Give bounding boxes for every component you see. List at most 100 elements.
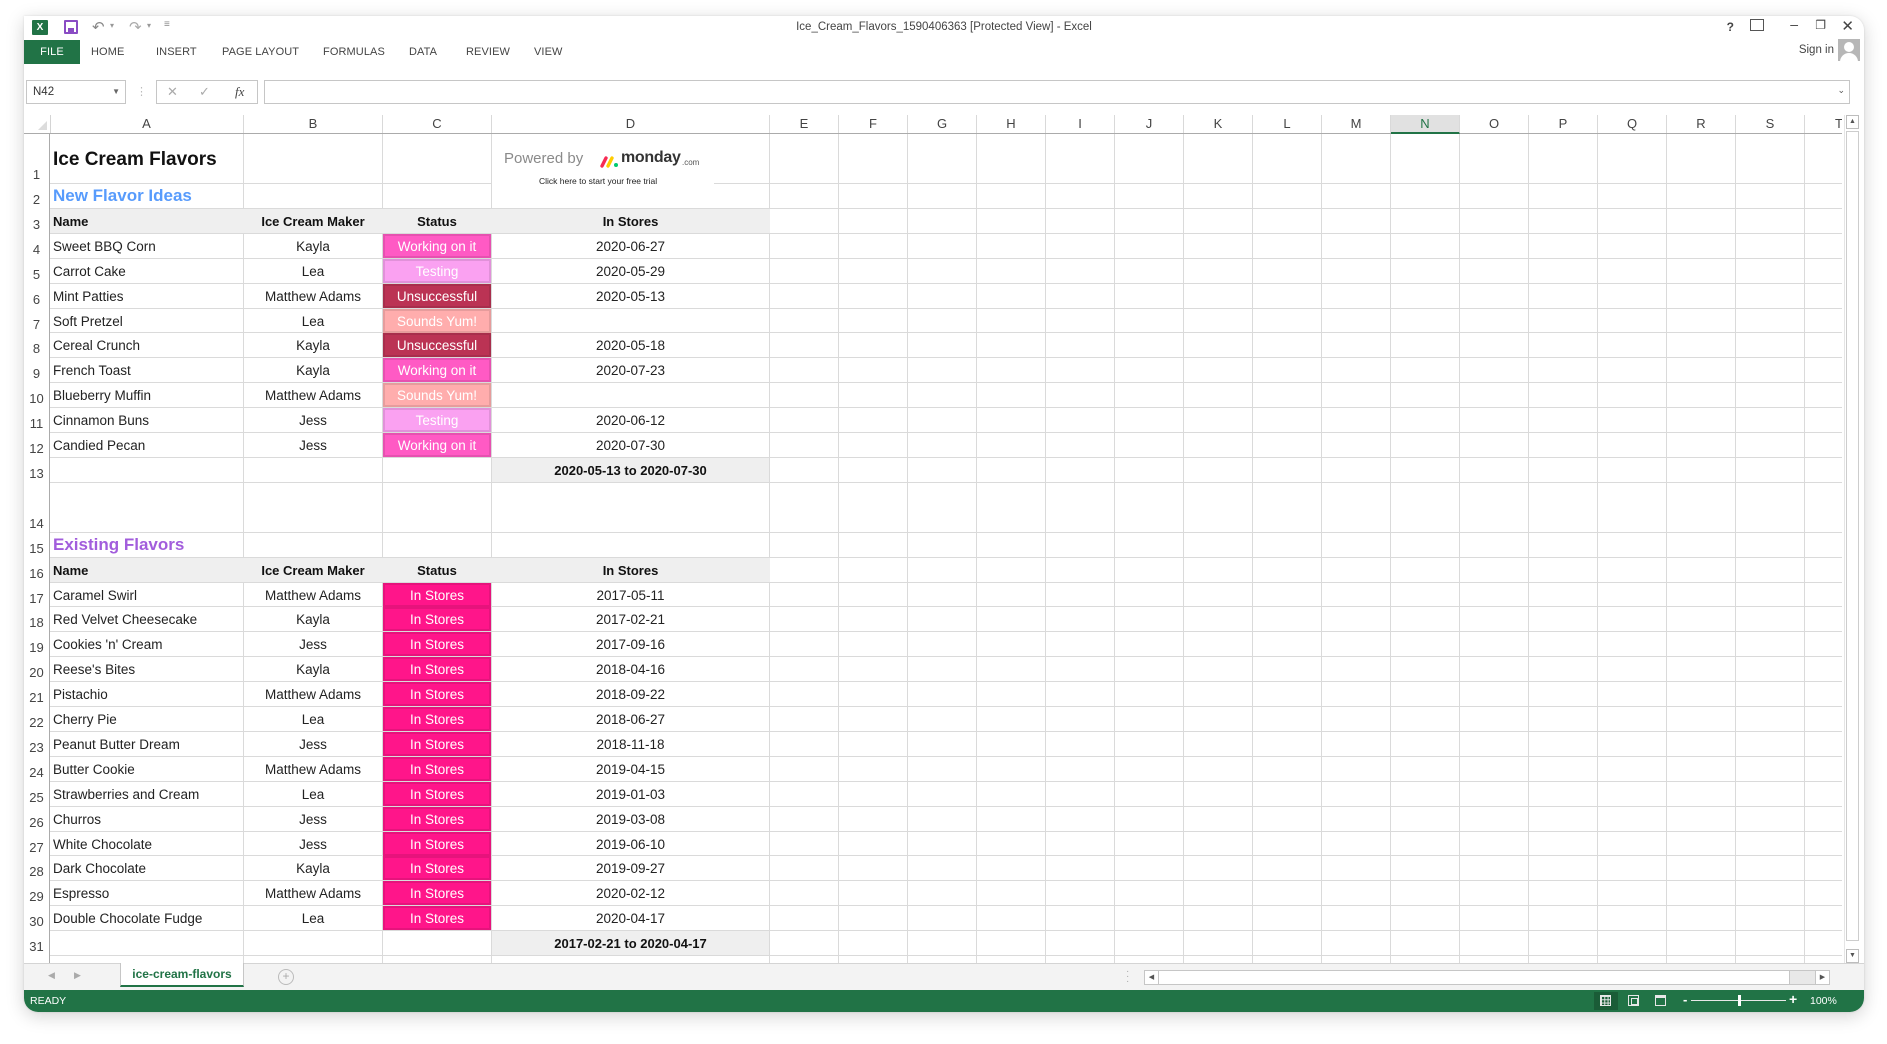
row-header-24[interactable]: 24 bbox=[24, 756, 50, 781]
normal-view-button[interactable] bbox=[1594, 992, 1618, 1010]
row-header-14[interactable]: 14 bbox=[24, 482, 50, 532]
in-stores-date-cell[interactable]: 2020-05-18 bbox=[492, 333, 769, 357]
monday-promo-banner[interactable]: Powered by monday .com Click here to start … bbox=[492, 135, 714, 193]
flavor-name-cell[interactable]: Candied Pecan bbox=[50, 433, 243, 457]
in-stores-date-cell[interactable]: 2020-06-27 bbox=[492, 234, 769, 258]
row-header-28[interactable]: 28 bbox=[24, 855, 50, 880]
zoom-out-button[interactable]: - bbox=[1683, 992, 1687, 1007]
status-badge[interactable]: In Stores bbox=[383, 682, 491, 706]
flavor-name-cell[interactable]: Double Chocolate Fudge bbox=[50, 906, 243, 930]
chevron-down-icon[interactable]: ▼ bbox=[112, 81, 120, 103]
ice-cream-maker-cell[interactable]: Kayla bbox=[244, 856, 382, 880]
column-header-e[interactable]: E bbox=[770, 115, 839, 133]
column-header-t[interactable]: T bbox=[1805, 115, 1842, 133]
in-stores-date-cell[interactable]: 2019-01-03 bbox=[492, 782, 769, 806]
date-range-summary[interactable]: 2020-05-13 to 2020-07-30 bbox=[492, 458, 769, 482]
row-header-8[interactable]: 8 bbox=[24, 332, 50, 357]
in-stores-date-cell[interactable]: 2020-02-12 bbox=[492, 881, 769, 905]
row-header-10[interactable]: 10 bbox=[24, 382, 50, 407]
flavor-name-cell[interactable]: Churros bbox=[50, 807, 243, 831]
flavor-name-cell[interactable]: Strawberries and Cream bbox=[50, 782, 243, 806]
row-header-9[interactable]: 9 bbox=[24, 357, 50, 382]
status-badge[interactable]: In Stores bbox=[383, 632, 491, 656]
column-label-ice-cream-maker[interactable]: Ice Cream Maker bbox=[244, 558, 382, 582]
column-header-m[interactable]: M bbox=[1322, 115, 1391, 133]
ice-cream-maker-cell[interactable]: Kayla bbox=[244, 333, 382, 357]
flavor-name-cell[interactable]: Cereal Crunch bbox=[50, 333, 243, 357]
horizontal-scroll-thumb[interactable] bbox=[1159, 971, 1790, 984]
ice-cream-maker-cell[interactable]: Kayla bbox=[244, 234, 382, 258]
flavor-name-cell[interactable]: Mint Patties bbox=[50, 284, 243, 308]
status-badge[interactable]: In Stores bbox=[383, 881, 491, 905]
cancel-icon[interactable]: ✕ bbox=[167, 84, 178, 100]
row-header-16[interactable]: 16 bbox=[24, 557, 50, 582]
flavor-name-cell[interactable]: Cherry Pie bbox=[50, 707, 243, 731]
column-label-name[interactable]: Name bbox=[50, 558, 243, 582]
ice-cream-maker-cell[interactable]: Lea bbox=[244, 259, 382, 283]
column-header-c[interactable]: C bbox=[383, 115, 492, 133]
date-range-summary[interactable]: 2017-02-21 to 2020-04-17 bbox=[492, 931, 769, 955]
flavor-name-cell[interactable]: Cookies 'n' Cream bbox=[50, 632, 243, 656]
vertical-scroll-thumb[interactable] bbox=[1846, 131, 1859, 941]
zoom-level[interactable]: 100% bbox=[1810, 995, 1837, 1007]
flavor-name-cell[interactable]: Peanut Butter Dream bbox=[50, 732, 243, 756]
column-header-r[interactable]: R bbox=[1667, 115, 1736, 133]
ice-cream-maker-cell[interactable]: Lea bbox=[244, 309, 382, 333]
row-header-17[interactable]: 17 bbox=[24, 582, 50, 607]
ice-cream-maker-cell[interactable]: Matthew Adams bbox=[244, 383, 382, 407]
restore-button[interactable]: ❐ bbox=[1815, 18, 1826, 32]
status-badge[interactable]: In Stores bbox=[383, 782, 491, 806]
zoom-in-button[interactable]: + bbox=[1789, 991, 1797, 1007]
in-stores-date-cell[interactable]: 2018-09-22 bbox=[492, 682, 769, 706]
status-badge[interactable]: Sounds Yum! bbox=[383, 383, 491, 407]
row-header-29[interactable]: 29 bbox=[24, 880, 50, 905]
in-stores-date-cell[interactable]: 2020-06-12 bbox=[492, 408, 769, 432]
row-header-15[interactable]: 15 bbox=[24, 532, 50, 557]
flavor-name-cell[interactable]: Pistachio bbox=[50, 682, 243, 706]
column-header-p[interactable]: P bbox=[1529, 115, 1598, 133]
select-all-corner[interactable] bbox=[24, 115, 51, 133]
status-badge[interactable]: Testing bbox=[383, 408, 491, 432]
ice-cream-maker-cell[interactable]: Kayla bbox=[244, 358, 382, 382]
column-label-in-stores[interactable]: In Stores bbox=[492, 209, 769, 233]
column-label-in-stores[interactable]: In Stores bbox=[492, 558, 769, 582]
flavor-name-cell[interactable]: White Chocolate bbox=[50, 832, 243, 856]
column-header-o[interactable]: O bbox=[1460, 115, 1529, 133]
tab-file[interactable]: FILE bbox=[24, 40, 80, 64]
horizontal-scrollbar[interactable]: ◀ ▶ bbox=[1144, 970, 1830, 985]
row-header-30[interactable]: 30 bbox=[24, 905, 50, 930]
column-header-s[interactable]: S bbox=[1736, 115, 1805, 133]
sheet-title[interactable]: Ice Cream Flavors bbox=[50, 135, 243, 183]
status-badge[interactable]: In Stores bbox=[383, 906, 491, 930]
column-header-q[interactable]: Q bbox=[1598, 115, 1667, 133]
status-badge[interactable]: Unsuccessful bbox=[383, 333, 491, 357]
ice-cream-maker-cell[interactable]: Matthew Adams bbox=[244, 757, 382, 781]
column-header-i[interactable]: I bbox=[1046, 115, 1115, 133]
enter-check-icon[interactable]: ✓ bbox=[199, 84, 210, 100]
spreadsheet-grid[interactable]: ABCDEFGHIJKLMNOPQRST 1 2 3 4 5 6 7 8 9 10 11 12 13 14… bbox=[24, 115, 1842, 963]
in-stores-date-cell[interactable]: 2019-09-27 bbox=[492, 856, 769, 880]
row-header-18[interactable]: 18 bbox=[24, 606, 50, 631]
section-title-existing-flavors[interactable]: Existing Flavors bbox=[50, 533, 243, 557]
in-stores-date-cell[interactable] bbox=[492, 309, 769, 333]
page-break-preview-button[interactable] bbox=[1649, 992, 1673, 1010]
row-header-5[interactable]: 5 bbox=[24, 258, 50, 283]
column-label-status[interactable]: Status bbox=[383, 209, 491, 233]
status-badge[interactable]: Sounds Yum! bbox=[383, 309, 491, 333]
vertical-scrollbar[interactable]: ▲ ▼ bbox=[1844, 115, 1861, 963]
ice-cream-maker-cell[interactable]: Jess bbox=[244, 433, 382, 457]
section-title-new-flavor-ideas[interactable]: New Flavor Ideas bbox=[50, 184, 243, 208]
expand-formula-bar-icon[interactable]: ⌄ bbox=[1837, 85, 1845, 96]
next-sheet-icon[interactable]: ▶ bbox=[74, 970, 81, 981]
close-button[interactable]: ✕ bbox=[1841, 17, 1854, 35]
flavor-name-cell[interactable]: Espresso bbox=[50, 881, 243, 905]
ice-cream-maker-cell[interactable]: Matthew Adams bbox=[244, 682, 382, 706]
prev-sheet-icon[interactable]: ◀ bbox=[48, 970, 55, 981]
status-badge[interactable]: In Stores bbox=[383, 732, 491, 756]
status-badge[interactable]: Working on it bbox=[383, 234, 491, 258]
user-avatar-icon[interactable] bbox=[1838, 39, 1860, 61]
page-layout-view-button[interactable] bbox=[1622, 992, 1646, 1010]
row-header-23[interactable]: 23 bbox=[24, 731, 50, 756]
help-button[interactable]: ? bbox=[1727, 20, 1734, 34]
row-header-21[interactable]: 21 bbox=[24, 681, 50, 706]
